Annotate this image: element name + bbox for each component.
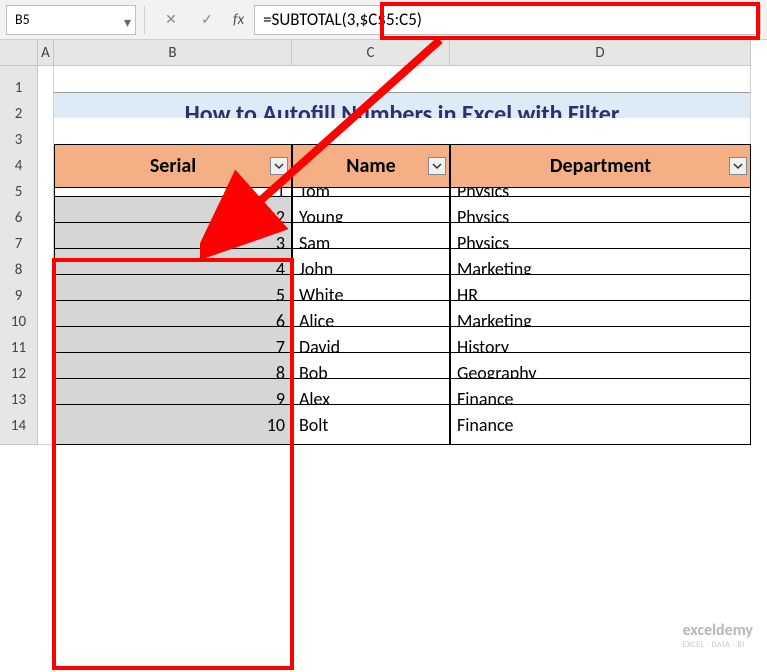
name-box-value: B5 — [15, 11, 30, 28]
header-name[interactable]: Name — [292, 144, 450, 188]
col-head-d[interactable]: D — [450, 40, 751, 66]
dept-cell[interactable]: Finance — [450, 404, 751, 445]
watermark-sub: EXCEL · DATA · BI — [683, 640, 753, 650]
cancel-icon[interactable]: ✕ — [159, 8, 183, 32]
spreadsheet-grid: A B C D 1 2 How to Autofill Numbers in E… — [0, 40, 767, 430]
enter-icon[interactable]: ✓ — [195, 8, 219, 32]
header-dept-label: Department — [550, 154, 651, 178]
formula-input[interactable]: =SUBTOTAL(3,$C$5:C5) — [254, 5, 761, 35]
filter-name-button[interactable] — [428, 157, 446, 175]
name-cell[interactable]: Bolt — [292, 404, 450, 445]
formula-text: =SUBTOTAL(3,$C$5:C5) — [263, 9, 422, 30]
filter-dept-button[interactable] — [729, 157, 747, 175]
serial-cell[interactable]: 10 — [54, 404, 292, 445]
divider — [144, 6, 145, 34]
header-name-label: Name — [346, 154, 395, 178]
col-head-c[interactable]: C — [292, 40, 450, 66]
chevron-down-icon — [274, 161, 284, 171]
select-all-corner[interactable] — [0, 40, 38, 66]
header-serial[interactable]: Serial — [54, 144, 292, 188]
filter-serial-button[interactable] — [270, 157, 288, 175]
formula-bar: B5 ▾ ✕ ✓ fx =SUBTOTAL(3,$C$5:C5) — [0, 0, 767, 40]
name-box-dropdown-icon[interactable]: ▾ — [124, 14, 131, 31]
fx-icon[interactable]: fx — [233, 11, 244, 29]
watermark: exceldemy EXCEL · DATA · BI — [683, 621, 753, 650]
header-serial-label: Serial — [150, 154, 196, 178]
row-head-14[interactable]: 14 — [0, 404, 38, 445]
chevron-down-icon — [432, 161, 442, 171]
chevron-down-icon — [733, 161, 743, 171]
cell-a14[interactable] — [38, 404, 54, 445]
watermark-main: exceldemy — [683, 621, 753, 640]
col-head-a[interactable]: A — [38, 40, 54, 66]
header-department[interactable]: Department — [450, 144, 751, 188]
col-head-b[interactable]: B — [54, 40, 292, 66]
name-box[interactable]: B5 ▾ — [6, 5, 136, 35]
